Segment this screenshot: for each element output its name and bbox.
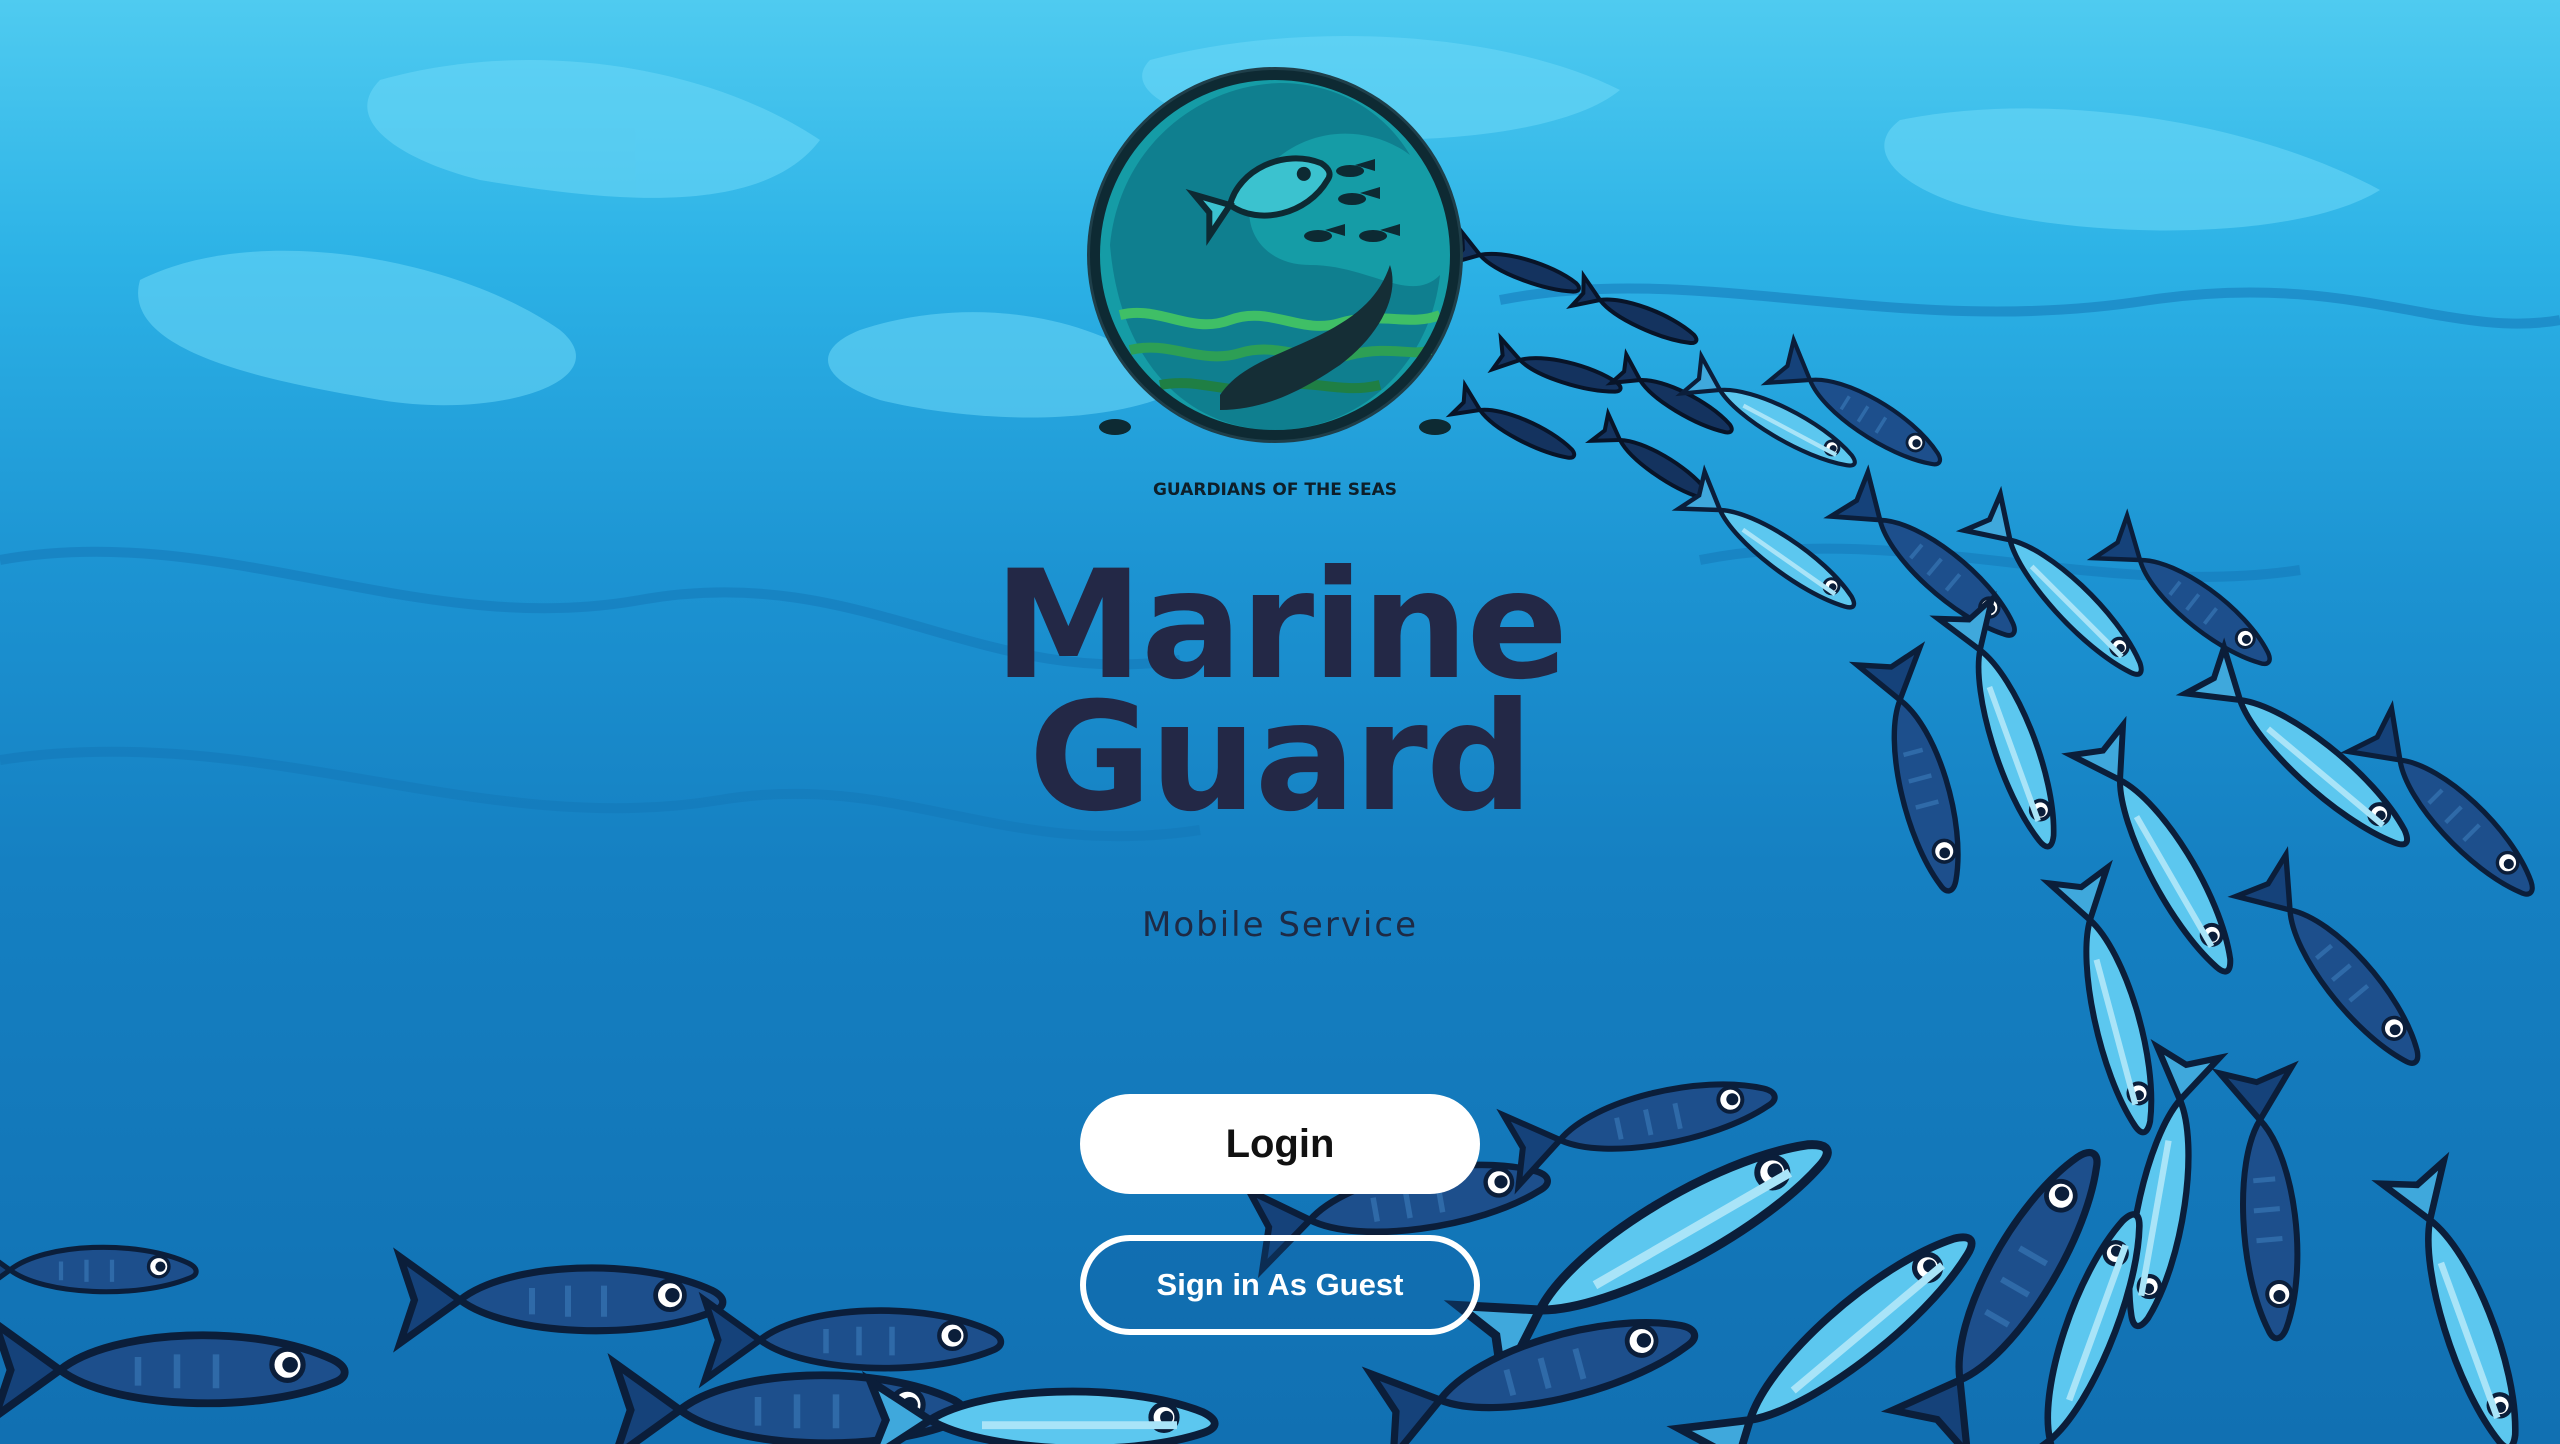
app-subtitle: Mobile Service bbox=[1142, 905, 1418, 945]
app-title: Marine Guard bbox=[780, 551, 1780, 845]
guardians-of-the-seas-logo: GUARDIANS OF THE SEAS bbox=[1080, 65, 1480, 505]
guest-sign-in-button[interactable]: Sign in As Guest bbox=[1080, 1235, 1480, 1335]
logo-caption: GUARDIANS OF THE SEAS bbox=[1153, 480, 1397, 500]
app-title-line2: Guard bbox=[1028, 671, 1533, 845]
login-button[interactable]: Login bbox=[1080, 1094, 1480, 1194]
